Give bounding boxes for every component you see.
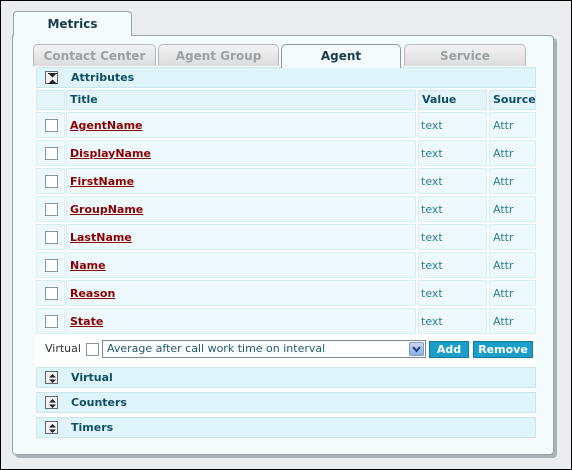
attribute-name-link[interactable]: State bbox=[70, 315, 103, 328]
tab-agent[interactable]: Agent bbox=[281, 44, 401, 68]
row-checkbox[interactable] bbox=[45, 259, 58, 272]
attribute-name-link[interactable]: FirstName bbox=[70, 175, 134, 188]
row-checkbox[interactable] bbox=[45, 175, 58, 188]
virtual-label: Virtual bbox=[45, 342, 81, 355]
collapse-icon[interactable] bbox=[45, 71, 58, 84]
table-row-title-cell bbox=[66, 280, 416, 306]
source-text: Attr bbox=[493, 231, 514, 244]
value-type-text: text bbox=[421, 147, 443, 160]
metric-select[interactable]: Average after call work time on interval bbox=[102, 340, 426, 358]
add-button[interactable]: Add bbox=[429, 341, 469, 358]
checkbox-column-header bbox=[36, 90, 65, 110]
expand-icon[interactable] bbox=[45, 396, 58, 409]
expand-icon[interactable] bbox=[45, 421, 58, 434]
virtual-section-header[interactable]: Virtual bbox=[36, 367, 536, 388]
row-checkbox[interactable] bbox=[45, 119, 58, 132]
value-type-text: text bbox=[421, 231, 443, 244]
table-row-title-cell bbox=[66, 252, 416, 278]
value-type-text: text bbox=[421, 287, 443, 300]
tab-metrics[interactable]: Metrics bbox=[13, 11, 132, 36]
row-checkbox[interactable] bbox=[45, 315, 58, 328]
attribute-name-link[interactable]: AgentName bbox=[70, 119, 143, 132]
value-type-text: text bbox=[421, 203, 443, 216]
chevron-down-icon[interactable] bbox=[409, 342, 424, 356]
source-text: Attr bbox=[493, 203, 514, 216]
attribute-name-link[interactable]: Reason bbox=[70, 287, 115, 300]
tab-agent-group[interactable]: Agent Group bbox=[158, 44, 279, 66]
virtual-checkbox[interactable] bbox=[86, 343, 99, 356]
timers-section-title: Timers bbox=[71, 421, 114, 434]
source-text: Attr bbox=[493, 287, 514, 300]
source-text: Attr bbox=[493, 259, 514, 272]
row-checkbox[interactable] bbox=[45, 203, 58, 216]
source-text: Attr bbox=[493, 175, 514, 188]
tab-contact-center[interactable]: Contact Center bbox=[33, 44, 156, 66]
remove-button[interactable]: Remove bbox=[473, 341, 533, 358]
value-type-text: text bbox=[421, 315, 443, 328]
attribute-name-link[interactable]: DisplayName bbox=[70, 147, 151, 160]
timers-section-header[interactable]: Timers bbox=[36, 417, 536, 438]
attribute-name-link[interactable]: LastName bbox=[70, 231, 132, 244]
attribute-name-link[interactable]: GroupName bbox=[70, 203, 143, 216]
value-type-text: text bbox=[421, 175, 443, 188]
source-column-header[interactable]: Source bbox=[489, 90, 536, 110]
value-type-column-header[interactable]: Value Type bbox=[418, 90, 487, 124]
value-type-text: text bbox=[421, 259, 443, 272]
row-checkbox[interactable] bbox=[45, 287, 58, 300]
row-checkbox[interactable] bbox=[45, 147, 58, 160]
title-column-header[interactable]: Title bbox=[66, 90, 416, 110]
attribute-name-link[interactable]: Name bbox=[70, 259, 106, 272]
expand-icon[interactable] bbox=[45, 371, 58, 384]
source-text: Attr bbox=[493, 119, 514, 132]
tab-service[interactable]: Service bbox=[404, 44, 526, 66]
source-text: Attr bbox=[493, 147, 514, 160]
row-checkbox[interactable] bbox=[45, 231, 58, 244]
metric-select-value: Average after call work time on interval bbox=[107, 342, 326, 355]
counters-section-title: Counters bbox=[71, 396, 127, 409]
source-text: Attr bbox=[493, 315, 514, 328]
virtual-section-title: Virtual bbox=[71, 371, 113, 384]
value-type-text: text bbox=[421, 119, 443, 132]
table-row-title-cell bbox=[66, 308, 416, 334]
counters-section-header[interactable]: Counters bbox=[36, 392, 536, 413]
attributes-section-header[interactable]: Attributes bbox=[36, 67, 536, 88]
attributes-title: Attributes bbox=[71, 71, 135, 84]
